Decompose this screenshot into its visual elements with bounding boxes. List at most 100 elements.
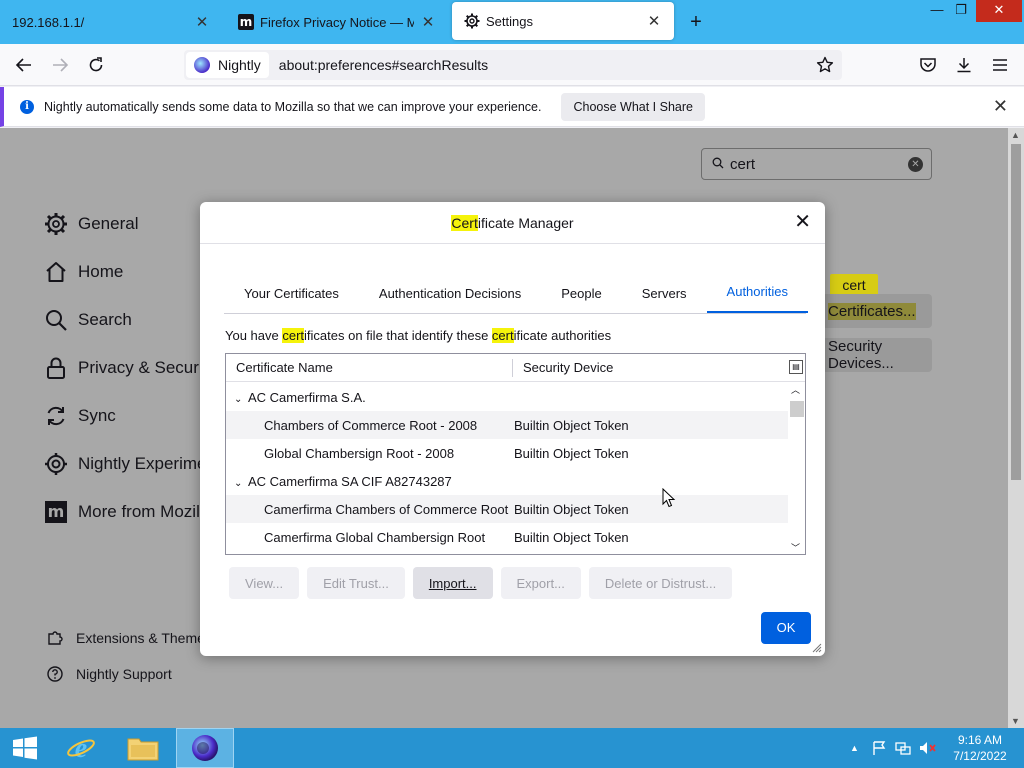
category-search[interactable]: Search bbox=[44, 308, 132, 332]
tree-scrollbar[interactable]: ︿ ﹀ bbox=[788, 383, 805, 554]
bookmark-star-icon[interactable] bbox=[816, 56, 834, 77]
category-home[interactable]: Home bbox=[44, 260, 123, 284]
page-scrollbar[interactable]: ▲ ▼ bbox=[1008, 128, 1024, 728]
windows-logo-icon bbox=[13, 736, 37, 760]
tab-strip: 192.168.1.1/ ✕ m Firefox Privacy Notice … bbox=[0, 0, 1024, 44]
tree-row-group[interactable]: ⌄ AC Camerfirma S.A. bbox=[226, 383, 788, 411]
export-button[interactable]: Export... bbox=[500, 567, 581, 599]
view-certificates-button[interactable]: Certificates... bbox=[822, 294, 932, 328]
download-icon bbox=[957, 58, 971, 73]
scroll-up-icon[interactable]: ▲ bbox=[1011, 130, 1020, 140]
tab-authorities[interactable]: Authorities bbox=[706, 272, 808, 313]
identity-box[interactable]: Nightly bbox=[186, 52, 269, 78]
chevron-down-icon[interactable]: ﹀ bbox=[791, 541, 800, 554]
security-device: Builtin Object Token bbox=[514, 417, 629, 433]
internet-explorer-button[interactable]: e bbox=[58, 728, 104, 768]
volume-muted-icon[interactable] bbox=[919, 740, 937, 756]
mozilla-m-icon: m bbox=[238, 14, 254, 30]
nightly-support-link[interactable]: Nightly Support bbox=[46, 665, 172, 683]
back-button[interactable] bbox=[10, 52, 38, 78]
edit-trust-button[interactable]: Edit Trust... bbox=[307, 567, 405, 599]
menu-button[interactable] bbox=[986, 52, 1014, 78]
ok-button[interactable]: OK bbox=[761, 612, 811, 644]
chevron-up-icon[interactable]: ︿ bbox=[791, 383, 800, 396]
start-button[interactable] bbox=[0, 728, 50, 768]
help-icon bbox=[46, 665, 64, 683]
column-certificate-name[interactable]: Certificate Name bbox=[226, 358, 513, 377]
close-window-button[interactable]: ✕ bbox=[976, 0, 1022, 22]
scroll-down-icon[interactable]: ▼ bbox=[1011, 716, 1020, 726]
close-dialog-icon[interactable]: ✕ bbox=[794, 212, 811, 232]
nightly-taskbar-button[interactable] bbox=[176, 728, 234, 768]
new-tab-button[interactable]: + bbox=[684, 10, 708, 34]
resize-grip-icon[interactable] bbox=[812, 643, 822, 653]
maximize-button[interactable]: ❐ bbox=[946, 0, 976, 22]
certificate-name: AC Camerfirma S.A. bbox=[248, 389, 366, 405]
tree-scroll-thumb[interactable] bbox=[790, 401, 804, 417]
view-button[interactable]: View... bbox=[229, 567, 300, 599]
delete-or-distrust-button[interactable]: Delete or Distrust... bbox=[588, 567, 733, 599]
tab-servers[interactable]: Servers bbox=[622, 272, 707, 314]
tab-privacy-notice[interactable]: m Firefox Privacy Notice — Mozilla ✕ bbox=[226, 0, 448, 44]
chevron-down-icon[interactable]: ⌄ bbox=[234, 478, 248, 489]
column-security-device[interactable]: Security Device bbox=[513, 360, 613, 375]
tab-your-certificates[interactable]: Your Certificates bbox=[224, 272, 359, 314]
category-general[interactable]: General bbox=[44, 212, 138, 236]
scroll-thumb[interactable] bbox=[1011, 144, 1021, 480]
reload-icon bbox=[89, 57, 103, 72]
tree-row[interactable]: Camerfirma Chambers of Commerce Root Bui… bbox=[226, 495, 788, 523]
close-tab-icon[interactable]: ✕ bbox=[420, 13, 436, 31]
puzzle-icon bbox=[46, 629, 64, 647]
close-notification-icon[interactable]: ✕ bbox=[993, 96, 1008, 117]
nightly-logo-icon bbox=[192, 735, 218, 761]
settings-search-input[interactable]: cert ✕ bbox=[701, 148, 932, 180]
category-label: Sync bbox=[78, 406, 116, 425]
import-button[interactable]: Import... bbox=[412, 567, 493, 599]
pocket-button[interactable] bbox=[914, 52, 942, 78]
chevron-down-icon[interactable]: ⌄ bbox=[234, 394, 248, 405]
identity-label: Nightly bbox=[218, 57, 261, 73]
tab-authentication-decisions[interactable]: Authentication Decisions bbox=[359, 272, 541, 314]
certificate-tree[interactable]: Certificate Name Security Device ▤ ⌄ AC C… bbox=[225, 353, 806, 555]
flag-icon[interactable] bbox=[871, 740, 887, 756]
url-bar[interactable]: Nightly about:preferences#searchResults bbox=[184, 50, 842, 80]
title-rest: ificate Manager bbox=[477, 215, 574, 231]
tree-row-group[interactable]: ⌄ AC Camerfirma SA CIF A82743287 bbox=[226, 467, 788, 495]
url-text[interactable]: about:preferences#searchResults bbox=[279, 57, 488, 73]
footer-link-label: Extensions & Themes bbox=[76, 630, 212, 646]
authorities-description: You have certificates on file that ident… bbox=[225, 328, 611, 343]
choose-what-i-share-button[interactable]: Choose What I Share bbox=[561, 92, 705, 121]
category-privacy[interactable]: Privacy & Security bbox=[44, 356, 216, 380]
tree-row[interactable]: Chambers of Commerce Root - 2008 Builtin… bbox=[226, 411, 788, 439]
downloads-button[interactable] bbox=[950, 52, 978, 78]
show-hidden-icons-icon[interactable]: ▲ bbox=[850, 743, 859, 753]
forward-button[interactable] bbox=[46, 52, 74, 78]
file-explorer-button[interactable] bbox=[118, 728, 168, 768]
dialog-title: Certificate Manager bbox=[200, 202, 825, 244]
clear-search-icon[interactable]: ✕ bbox=[908, 157, 923, 172]
clock-time: 9:16 AM bbox=[957, 733, 1003, 747]
clock[interactable]: 9:16 AM 7/12/2022 bbox=[940, 732, 1020, 764]
category-more-from-mozilla[interactable]: m More from Mozilla bbox=[44, 500, 213, 524]
extensions-themes-link[interactable]: Extensions & Themes bbox=[46, 629, 212, 647]
tab-router[interactable]: 192.168.1.1/ ✕ bbox=[0, 0, 222, 44]
category-sync[interactable]: Sync bbox=[44, 404, 116, 428]
mozilla-m-icon: m bbox=[45, 501, 67, 523]
hamburger-menu-icon bbox=[993, 59, 1007, 71]
close-tab-icon[interactable]: ✕ bbox=[194, 13, 210, 31]
category-label: General bbox=[78, 214, 139, 233]
forward-arrow-icon bbox=[53, 58, 69, 72]
tree-row[interactable]: Camerfirma Global Chambersign Root Built… bbox=[226, 523, 788, 551]
tree-row[interactable]: Global Chambersign Root - 2008 Builtin O… bbox=[226, 439, 788, 467]
desc-highlight: cert bbox=[491, 328, 514, 343]
tab-settings[interactable]: Settings ✕ bbox=[452, 2, 674, 40]
network-icon[interactable] bbox=[895, 740, 911, 756]
navigation-toolbar: Nightly about:preferences#searchResults bbox=[0, 44, 1024, 86]
security-devices-button[interactable]: Security Devices... bbox=[822, 338, 932, 372]
close-tab-icon[interactable]: ✕ bbox=[646, 12, 662, 30]
column-picker-icon[interactable]: ▤ bbox=[789, 360, 803, 374]
certificate-name: Global Chambersign Root - 2008 bbox=[264, 445, 455, 461]
tab-people[interactable]: People bbox=[541, 272, 621, 314]
notification-message: Nightly automatically sends some data to… bbox=[44, 99, 542, 114]
reload-button[interactable] bbox=[82, 52, 110, 78]
